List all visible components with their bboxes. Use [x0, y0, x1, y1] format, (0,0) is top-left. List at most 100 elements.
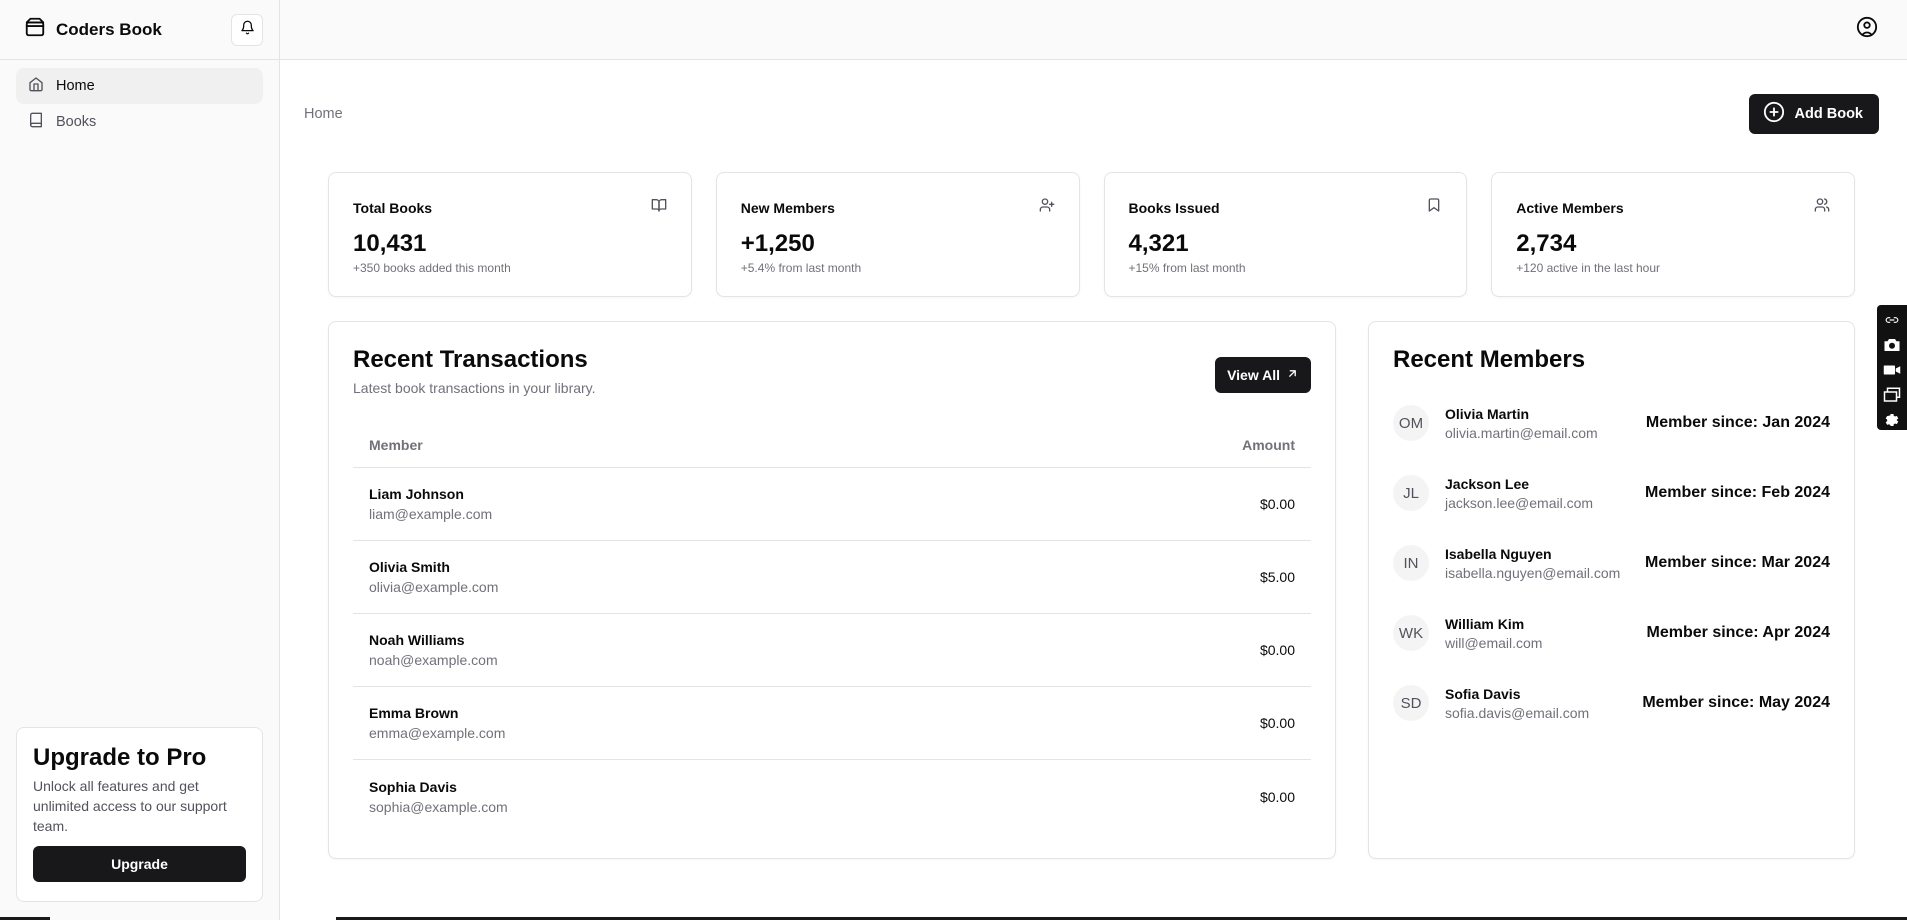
stat-value: 2,734: [1516, 230, 1577, 257]
link-icon[interactable]: [1881, 309, 1903, 330]
column-header-amount: Amount: [1242, 436, 1295, 453]
table-row[interactable]: Liam Johnson liam@example.com $0.00: [353, 468, 1311, 541]
stat-title: Total Books: [353, 199, 433, 216]
member-since: Member since: May 2024: [1642, 694, 1830, 711]
amount: $5.00: [1259, 569, 1295, 585]
recent-members-card: Recent Members OM Olivia Martin olivia.ma…: [1368, 321, 1855, 859]
add-book-button[interactable]: Add Book: [1748, 94, 1879, 134]
sidebar-item-label: Books: [56, 114, 97, 130]
top-bar: [280, 0, 1907, 60]
member-name: Noah Williams: [369, 632, 465, 648]
stat-subtext: +15% from last month: [1128, 261, 1246, 275]
member-since: Member since: Mar 2024: [1645, 554, 1830, 571]
camera-icon[interactable]: [1881, 334, 1903, 355]
upgrade-description: Unlock all features and get unlimited ac…: [33, 778, 227, 834]
home-icon: [28, 76, 44, 96]
stat-title: Active Members: [1516, 199, 1624, 216]
member-email: olivia@example.com: [369, 579, 499, 595]
user-circle-icon: [1856, 16, 1878, 43]
list-item[interactable]: WK William Kim will@email.com Member sinc…: [1393, 598, 1830, 668]
amount: $0.00: [1259, 496, 1295, 512]
table-row[interactable]: Sophia Davis sophia@example.com $0.00: [353, 760, 1311, 833]
book-icon: [28, 112, 44, 132]
list-item[interactable]: SD Sofia Davis sofia.davis@email.com Memb…: [1393, 668, 1830, 738]
stats-row: Total Books 10,431 +350 books added this…: [280, 172, 1907, 297]
avatar: WK: [1393, 615, 1429, 651]
sidebar-item-books[interactable]: Books: [16, 104, 263, 140]
member-email: will@email.com: [1445, 634, 1543, 651]
stat-title: Books Issued: [1128, 199, 1220, 216]
stat-subtext: +120 active in the last hour: [1516, 261, 1661, 275]
member-name: Sophia Davis: [369, 778, 457, 795]
video-icon[interactable]: [1881, 359, 1903, 380]
upgrade-card: Upgrade to Pro Unlock all features and g…: [16, 727, 263, 902]
member-name: Jackson Lee: [1445, 475, 1530, 492]
bookmark-icon: [1426, 197, 1442, 218]
column-header-member: Member: [369, 436, 423, 453]
notifications-button[interactable]: [231, 13, 263, 46]
view-all-button[interactable]: View All: [1215, 357, 1311, 393]
add-book-label: Add Book: [1794, 106, 1863, 122]
breadcrumb[interactable]: Home: [304, 106, 343, 122]
member-email: jackson.lee@email.com: [1445, 494, 1594, 511]
card-title: Recent Transactions: [353, 346, 588, 373]
amount: $0.00: [1259, 642, 1295, 658]
member-email: sofia.davis@email.com: [1445, 704, 1590, 721]
stat-value: 10,431: [353, 230, 427, 257]
stat-card-new-members: New Members +1,250 +5.4% from last month: [715, 172, 1080, 297]
users-icon: [1814, 197, 1830, 218]
member-email: noah@example.com: [369, 652, 498, 668]
main-content: Home Add Book Total Books 10,431 +350 bo…: [280, 0, 1907, 920]
user-menu-button[interactable]: [1855, 16, 1879, 43]
list-item[interactable]: OM Olivia Martin olivia.martin@email.com …: [1393, 388, 1830, 458]
stat-value: 4,321: [1128, 230, 1189, 257]
avatar: OM: [1393, 405, 1429, 441]
recent-transactions-card: Recent Transactions Latest book transact…: [328, 321, 1336, 859]
member-name: Sofia Davis: [1445, 685, 1521, 702]
gear-icon[interactable]: [1881, 409, 1903, 430]
member-name: William Kim: [1445, 615, 1525, 632]
package-icon: [24, 16, 46, 43]
sidebar-item-home[interactable]: Home: [16, 68, 263, 104]
upgrade-title: Upgrade to Pro: [33, 744, 207, 771]
avatar: SD: [1393, 685, 1429, 721]
member-email: liam@example.com: [369, 506, 493, 522]
stat-card-total-books: Total Books 10,431 +350 books added this…: [328, 172, 692, 297]
upgrade-button[interactable]: Upgrade: [33, 846, 246, 882]
member-email: sophia@example.com: [369, 798, 508, 815]
stat-title: New Members: [740, 199, 835, 216]
card-description: Latest book transactions in your library…: [353, 380, 596, 396]
table-header: Member Amount: [353, 422, 1311, 468]
stat-subtext: +350 books added this month: [353, 261, 511, 275]
member-since: Member since: Apr 2024: [1646, 624, 1830, 641]
avatar: JL: [1393, 475, 1429, 511]
avatar: IN: [1393, 545, 1429, 581]
lower-section: Recent Transactions Latest book transact…: [280, 321, 1907, 859]
amount: $0.00: [1259, 788, 1295, 805]
member-name: Olivia Smith: [369, 559, 450, 575]
arrow-up-right-icon: [1286, 367, 1299, 383]
list-item[interactable]: IN Isabella Nguyen isabella.nguyen@email.…: [1393, 528, 1830, 598]
member-since: Member since: Jan 2024: [1645, 414, 1830, 431]
windows-icon[interactable]: [1881, 384, 1903, 405]
floating-toolbar: [1877, 305, 1907, 430]
view-all-label: View All: [1227, 367, 1280, 383]
page-header: Home Add Book: [280, 60, 1907, 144]
member-name: Isabella Nguyen: [1445, 545, 1552, 562]
plus-circle-icon: [1763, 101, 1785, 127]
member-name: Emma Brown: [369, 705, 459, 721]
stat-card-books-issued: Books Issued 4,321 +15% from last month: [1103, 172, 1468, 297]
amount: $0.00: [1259, 715, 1295, 731]
sidebar-header: Coders Book: [0, 0, 279, 60]
member-email: olivia.martin@email.com: [1445, 424, 1598, 441]
bell-icon: [240, 20, 255, 40]
table-row[interactable]: Olivia Smith olivia@example.com $5.00: [353, 541, 1311, 614]
stat-subtext: +5.4% from last month: [740, 261, 862, 275]
transactions-table: Member Amount Liam Johnson liam@example.c…: [353, 422, 1311, 833]
card-title: Recent Members: [1393, 346, 1586, 373]
table-row[interactable]: Emma Brown emma@example.com $0.00: [353, 687, 1311, 760]
book-open-icon: [651, 197, 667, 218]
brand-link[interactable]: Coders Book: [24, 16, 231, 43]
table-row[interactable]: Noah Williams noah@example.com $0.00: [353, 614, 1311, 687]
list-item[interactable]: JL Jackson Lee jackson.lee@email.com Memb…: [1393, 458, 1830, 528]
